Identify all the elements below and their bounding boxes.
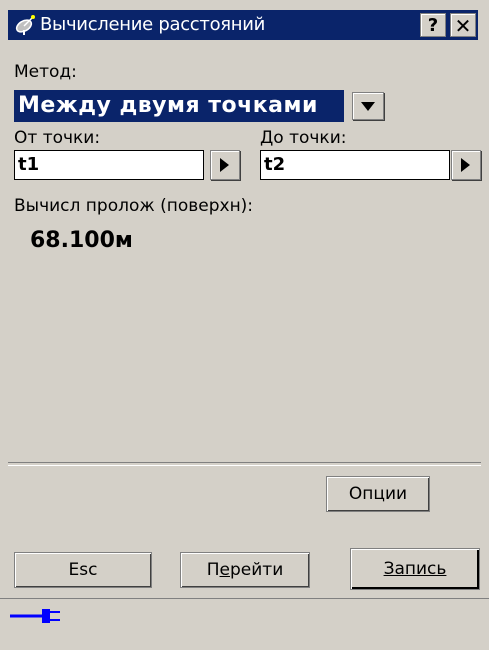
from-point-value: t1: [18, 154, 40, 175]
result-value: 68.100м: [30, 228, 133, 253]
result-label: Вычисл пролож (поверхн):: [14, 196, 254, 216]
chevron-down-icon: [361, 102, 375, 111]
options-button[interactable]: Опции: [326, 476, 430, 512]
goto-button[interactable]: Перейти: [180, 552, 310, 588]
help-button[interactable]: ?: [420, 13, 446, 37]
from-point-field[interactable]: t1: [14, 150, 204, 180]
method-dropdown-button[interactable]: [352, 92, 384, 120]
method-dropdown[interactable]: Между двумя точками: [14, 90, 384, 122]
divider: [8, 462, 481, 466]
from-point-select-button[interactable]: [210, 150, 240, 180]
arrow-right-icon: [220, 158, 229, 172]
from-point-label: От точки:: [14, 128, 101, 148]
goto-label-prefix: П: [206, 560, 220, 580]
arrow-right-icon: [461, 158, 470, 172]
goto-label-suffix: рейти: [230, 560, 284, 580]
close-button[interactable]: ✕: [450, 13, 476, 38]
to-point-label: До точки:: [260, 128, 347, 148]
distance-calc-window: Вычисление расстояний ? ✕ Метод: Между д…: [0, 0, 489, 649]
to-point-value: t2: [264, 154, 286, 175]
window-title: Вычисление расстояний: [40, 14, 266, 35]
goto-label-accelerator: е: [219, 560, 230, 580]
method-label: Метод:: [14, 62, 77, 82]
to-point-select-button[interactable]: [451, 150, 481, 180]
save-label: Запись: [383, 559, 447, 579]
save-button[interactable]: Запись: [350, 548, 480, 590]
esc-button[interactable]: Esc: [14, 552, 152, 588]
status-bar: [0, 598, 489, 650]
title-bar: Вычисление расстояний ? ✕: [8, 10, 478, 40]
method-selected-value[interactable]: Между двумя точками: [14, 90, 344, 122]
satellite-dish-icon: [15, 15, 35, 35]
to-point-field[interactable]: t2: [260, 150, 450, 180]
power-plug-icon: [10, 609, 60, 623]
